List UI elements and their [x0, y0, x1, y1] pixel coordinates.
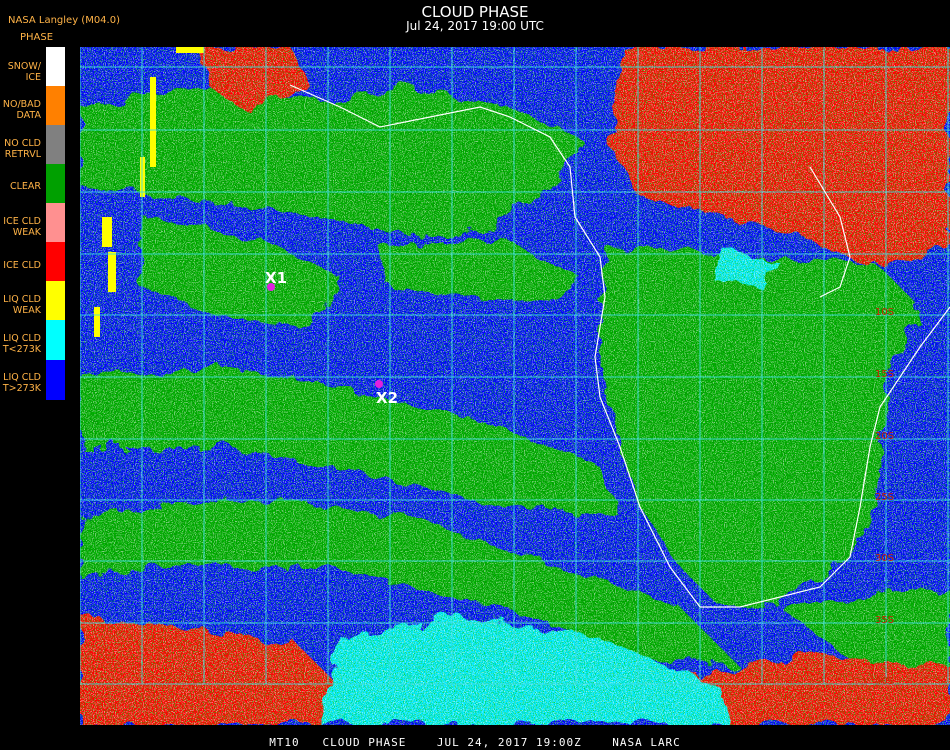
marker-x1-label: X1 — [265, 269, 287, 287]
lat-label-10s: 10S — [875, 307, 894, 318]
lat-label-20s: 20S — [875, 431, 894, 442]
legend-swatch-liq-cld-weak — [46, 281, 65, 320]
legend-swatch-liq-cld-cold — [46, 320, 65, 360]
legend-label-liq-cld-weak: LIQ CLD WEAK — [3, 294, 41, 316]
legend-swatch-ice-cld — [46, 242, 65, 281]
legend-swatch-ice-cld-weak — [46, 203, 65, 242]
legend-label-no-cld-retrvl: NO CLD RETRVL — [4, 138, 41, 160]
legend-label-snow-ice: SNOW/ ICE — [7, 61, 41, 83]
legend-label-liq-cld-warm: LIQ CLD T>273K — [2, 372, 41, 394]
legend-label-ice-cld-weak: ICE CLD WEAK — [3, 216, 41, 238]
legend-label-liq-cld-cold: LIQ CLD T<273K — [2, 333, 41, 355]
legend-swatch-no-bad-data — [46, 86, 65, 125]
legend-swatch-liq-cld-warm — [46, 360, 65, 400]
legend-swatch-snow-ice — [46, 47, 65, 86]
footer-caption: MT10 CLOUD PHASE JUL 24, 2017 19:00Z NAS… — [269, 736, 681, 749]
cloud-phase-map[interactable]: 10S 15S 20S 25S 30S 35S 40S X1 X2 — [80, 47, 950, 725]
chart-subtitle: Jul 24, 2017 19:00 UTC — [406, 19, 544, 33]
legend-label-ice-cld: ICE CLD — [3, 260, 41, 271]
lat-label-25s: 25S — [875, 492, 894, 503]
lat-label-35s: 35S — [875, 615, 894, 626]
marker-x2-label: X2 — [376, 389, 398, 407]
marker-x2-dot[interactable] — [375, 380, 383, 388]
lat-label-30s: 30S — [875, 553, 894, 564]
product-label: NASA Langley (M04.0) — [8, 15, 120, 26]
legend-color-bar — [46, 47, 65, 400]
legend-label-no-bad-data: NO/BAD DATA — [2, 99, 41, 121]
legend-swatch-no-cld-retrvl — [46, 125, 65, 164]
lat-label-40s: 40S — [875, 676, 894, 687]
legend-title: PHASE — [20, 32, 54, 43]
legend-swatch-clear — [46, 164, 65, 203]
legend-label-clear: CLEAR — [9, 181, 41, 192]
lat-label-15s: 15S — [875, 369, 894, 380]
